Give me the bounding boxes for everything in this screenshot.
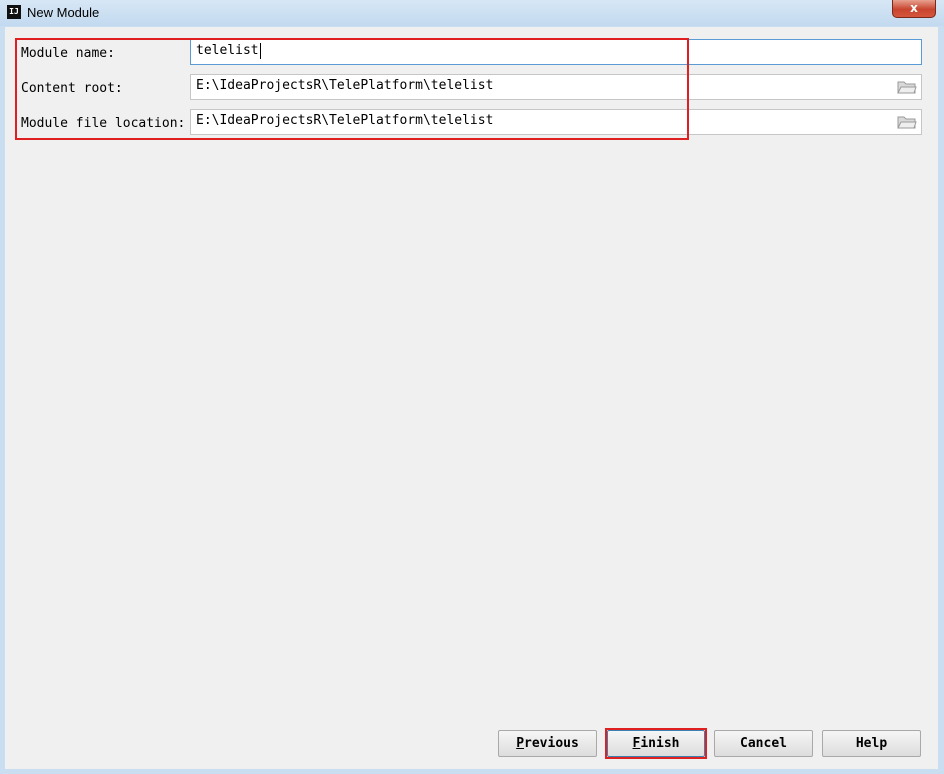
new-module-dialog: IJ New Module x Module name: telelist Co… <box>0 0 944 774</box>
finish-button[interactable]: Finish <box>607 730 705 757</box>
module-name-input[interactable]: telelist <box>190 39 922 65</box>
content-root-input[interactable]: E:\IdeaProjectsR\TelePlatform\telelist <box>190 74 922 100</box>
title-bar[interactable]: IJ New Module x <box>0 0 944 26</box>
folder-icon[interactable] <box>897 114 917 130</box>
window-title: New Module <box>27 5 100 20</box>
content-root-value: E:\IdeaProjectsR\TelePlatform\telelist <box>196 78 494 93</box>
previous-button[interactable]: Previous <box>498 730 597 757</box>
module-file-location-label: Module file location: <box>21 116 186 131</box>
previous-mnemonic: P <box>516 736 525 751</box>
intellij-app-icon: IJ <box>7 5 21 19</box>
module-file-location-value: E:\IdeaProjectsR\TelePlatform\telelist <box>196 113 494 128</box>
close-button[interactable]: x <box>892 0 936 18</box>
module-name-label: Module name: <box>21 46 115 61</box>
dialog-content: Module name: telelist Content root: E:\I… <box>5 27 938 769</box>
module-file-location-input[interactable]: E:\IdeaProjectsR\TelePlatform\telelist <box>190 109 922 135</box>
module-name-value: telelist <box>196 43 259 58</box>
help-button[interactable]: Help <box>822 730 921 757</box>
finish-label: inish <box>640 736 680 751</box>
cancel-button[interactable]: Cancel <box>714 730 813 757</box>
text-caret <box>259 42 261 59</box>
content-root-label: Content root: <box>21 81 123 96</box>
previous-label: revious <box>524 736 579 751</box>
folder-icon[interactable] <box>897 79 917 95</box>
